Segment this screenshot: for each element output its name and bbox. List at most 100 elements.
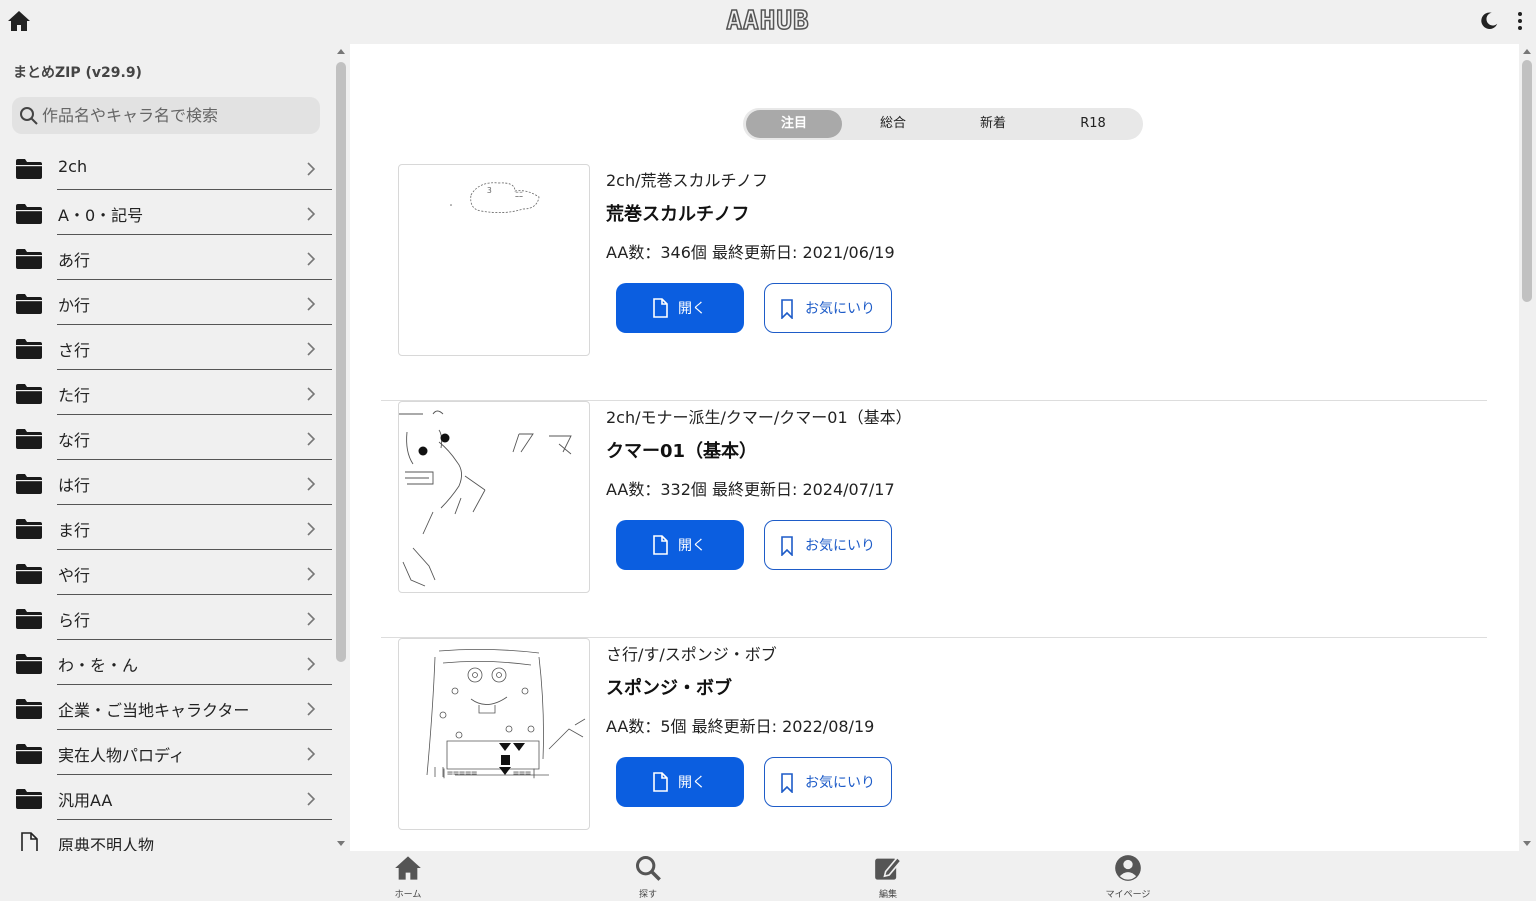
favorite-button[interactable]: お気にいり xyxy=(764,520,892,570)
bottom-navigation: ホーム 探す 編集 マイページ xyxy=(0,851,1536,901)
open-button-label: 開く xyxy=(678,775,706,791)
list-item: |===== ===| さ行/す/スポンジ・ボブ スポンジ・ボブ AA数：5個 … xyxy=(381,638,1487,851)
aa-thumbnail[interactable]: 3 ﾆﾆ xyxy=(398,164,590,356)
open-button[interactable]: 開く xyxy=(616,520,744,570)
item-path[interactable]: さ行/す/スポンジ・ボブ xyxy=(606,641,777,665)
document-icon xyxy=(653,535,668,555)
sidebar-item-ya-row[interactable]: や行 xyxy=(0,550,332,595)
item-path[interactable]: 2ch/モナー派生/クマー/クマー01（基本） xyxy=(606,404,912,428)
tab-r18[interactable]: R18 xyxy=(1045,110,1141,138)
sidebar-scrollbar[interactable] xyxy=(333,44,350,851)
sidebar-item-ra-row[interactable]: ら行 xyxy=(0,595,332,640)
tab-overall[interactable]: 総合 xyxy=(845,110,941,138)
scrollbar-thumb[interactable] xyxy=(1522,60,1532,302)
folder-icon xyxy=(16,519,42,539)
sidebar-item-ma-row[interactable]: ま行 xyxy=(0,505,332,550)
search-box[interactable] xyxy=(12,97,320,134)
tab-new[interactable]: 新着 xyxy=(945,110,1041,138)
folder-icon xyxy=(16,789,42,809)
scroll-up-arrow-icon[interactable] xyxy=(1523,49,1531,54)
nav-search-label: 探す xyxy=(638,890,657,900)
sidebar-item-a0-symbols[interactable]: A・0・記号 xyxy=(0,190,332,235)
sidebar-item-ha-row[interactable]: は行 xyxy=(0,460,332,505)
main-scrollbar[interactable] xyxy=(1519,44,1536,851)
sidebar-item-label: 企業・ご当地キャラクター xyxy=(58,701,250,720)
sidebar-item-wa-wo-n[interactable]: わ・を・ん xyxy=(0,640,332,685)
item-title[interactable]: クマー01（基本） xyxy=(606,437,757,463)
sidebar-item-unknown-origin[interactable]: 原典不明人物 xyxy=(0,820,332,851)
sidebar-item-label: さ行 xyxy=(58,341,91,360)
sidebar-item-label: 原典不明人物 xyxy=(58,836,155,851)
folder-icon xyxy=(16,204,42,224)
bookmark-icon xyxy=(781,536,793,556)
aa-thumbnail[interactable]: |===== ===| xyxy=(398,638,590,830)
item-title[interactable]: スポンジ・ボブ xyxy=(606,674,732,700)
scroll-up-arrow-icon[interactable] xyxy=(337,49,345,54)
sidebar-item-2ch[interactable]: 2ch xyxy=(0,145,332,190)
favorite-button[interactable]: お気にいり xyxy=(764,283,892,333)
chevron-right-icon xyxy=(307,477,316,491)
kebab-menu-icon[interactable] xyxy=(1512,10,1528,32)
item-meta: AA数：5個 最終更新日: 2022/08/19 xyxy=(606,717,875,736)
sidebar-item-label: 汎用AA xyxy=(58,791,113,810)
nav-edit-label: 編集 xyxy=(878,890,897,900)
item-path[interactable]: 2ch/荒巻スカルチノフ xyxy=(606,167,768,191)
chevron-right-icon xyxy=(307,432,316,446)
sidebar-item-general-aa[interactable]: 汎用AA xyxy=(0,775,332,820)
favorite-button-label: お気にいり xyxy=(805,538,875,554)
folder-icon xyxy=(16,249,42,269)
sidebar-item-sa-row[interactable]: さ行 xyxy=(0,325,332,370)
search-input[interactable] xyxy=(42,97,312,134)
scrollbar-thumb[interactable] xyxy=(336,62,346,662)
folder-icon xyxy=(16,159,42,179)
svg-text:ﾆﾆ: ﾆﾆ xyxy=(515,190,523,199)
aa-thumbnail[interactable] xyxy=(398,401,590,593)
chevron-right-icon xyxy=(307,387,316,401)
sidebar-item-ta-row[interactable]: た行 xyxy=(0,370,332,415)
favorite-button[interactable]: お気にいり xyxy=(764,757,892,807)
sidebar-item-na-row[interactable]: な行 xyxy=(0,415,332,460)
nav-search[interactable]: 探す xyxy=(608,851,688,901)
sidebar-item-real-person-parody[interactable]: 実在人物パロディ xyxy=(0,730,332,775)
chevron-right-icon xyxy=(307,297,316,311)
ascii-art-preview xyxy=(399,410,572,587)
scroll-down-arrow-icon[interactable] xyxy=(337,841,345,846)
sidebar-item-label: わ・を・ん xyxy=(58,656,139,675)
nav-mypage[interactable]: マイページ xyxy=(1088,851,1168,901)
favorite-button-label: お気にいり xyxy=(805,775,875,791)
sidebar-item-ka-row[interactable]: か行 xyxy=(0,280,332,325)
chevron-right-icon xyxy=(307,702,316,716)
app-logo[interactable]: AAHUB xyxy=(722,5,814,37)
favorite-button-label: お気にいり xyxy=(805,301,875,317)
ranking-tabs: 注目 総合 新着 R18 xyxy=(743,108,1143,140)
item-title[interactable]: 荒巻スカルチノフ xyxy=(606,200,749,226)
document-icon xyxy=(653,298,668,318)
moon-icon[interactable] xyxy=(1478,10,1500,32)
chevron-right-icon xyxy=(307,747,316,761)
folder-icon xyxy=(16,654,42,674)
chevron-right-icon xyxy=(307,522,316,536)
folder-icon xyxy=(16,384,42,404)
svg-text:===|: ===| xyxy=(513,768,537,779)
tab-featured[interactable]: 注目 xyxy=(746,110,842,138)
search-icon xyxy=(635,855,661,881)
list-item: 3 ﾆﾆ 2ch/荒巻スカルチノフ 荒巻スカルチノフ AA数：346個 最終更新… xyxy=(381,164,1487,401)
sidebar-item-label: A・0・記号 xyxy=(58,206,144,225)
nav-edit[interactable]: 編集 xyxy=(848,851,928,901)
bookmark-icon xyxy=(781,773,793,793)
home-icon[interactable] xyxy=(7,9,31,33)
scroll-down-arrow-icon[interactable] xyxy=(1523,841,1531,846)
category-list: 2ch A・0・記号 あ行 か行 さ行 た行 な行 は行 ま行 や行 ら行 わ・… xyxy=(0,145,332,851)
sidebar-item-label: た行 xyxy=(58,386,91,405)
nav-home[interactable]: ホーム xyxy=(368,851,448,901)
sidebar-item-corporate-characters[interactable]: 企業・ご当地キャラクター xyxy=(0,685,332,730)
sidebar-item-label: 実在人物パロディ xyxy=(58,746,185,765)
folder-icon xyxy=(16,609,42,629)
sidebar-item-a-row[interactable]: あ行 xyxy=(0,235,332,280)
folder-icon xyxy=(16,699,42,719)
sidebar-item-label: か行 xyxy=(58,296,91,315)
open-button[interactable]: 開く xyxy=(616,283,744,333)
sidebar-item-label: 2ch xyxy=(58,157,88,176)
folder-icon xyxy=(16,294,42,314)
open-button[interactable]: 開く xyxy=(616,757,744,807)
